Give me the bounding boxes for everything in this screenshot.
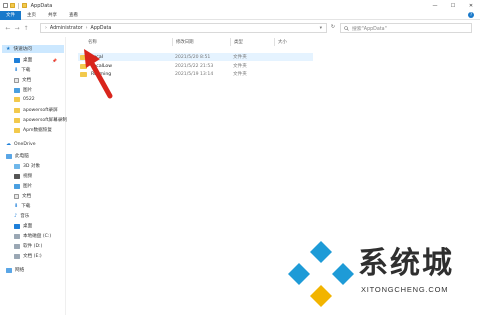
drive-icon (14, 233, 20, 239)
video-icon (14, 173, 20, 179)
network-icon (6, 267, 12, 273)
cloud-icon: ☁ (6, 141, 11, 147)
folder-icon (21, 3, 27, 8)
sidebar-item-downloads[interactable]: ⬇ 下载 (14, 67, 30, 73)
column-header-name[interactable]: 名称 (88, 39, 97, 45)
help-icon[interactable]: ? (468, 12, 474, 18)
sidebar-item-apowersoft-recorder[interactable]: apowersoft录屏 (14, 107, 58, 113)
desktop-icon (14, 57, 20, 63)
address-bar[interactable]: › Administrator › AppData ▾ (40, 23, 327, 33)
breadcrumb-administrator[interactable]: Administrator (50, 26, 83, 31)
annotation-arrow (84, 49, 113, 99)
sidebar-item-pc-desktop[interactable]: 桌面 (14, 223, 32, 229)
navigation-pane: ★ 快速访问 桌面 📌 ⬇ 下载 文档 图片 0522 apowersoft录屏… (0, 37, 67, 315)
back-arrow-icon[interactable]: ← (5, 25, 11, 32)
quick-access-toolbar (3, 2, 27, 9)
window-controls: — ☐ ✕ (426, 0, 480, 11)
up-arrow-icon[interactable]: ↑ (23, 25, 29, 32)
sidebar-item-network[interactable]: 网络 (6, 267, 24, 273)
logo-icon (288, 241, 354, 307)
pictures-icon (14, 87, 20, 93)
column-divider (230, 38, 231, 46)
tab-home[interactable]: 主页 (21, 11, 42, 20)
tab-view[interactable]: 查看 (63, 11, 84, 20)
chevron-down-icon[interactable]: ▾ (320, 26, 322, 31)
sidebar-item-onedrive[interactable]: ☁ OneDrive (6, 141, 36, 147)
column-header-size[interactable]: 大小 (278, 39, 287, 45)
sidebar-item-apowersoft-screen[interactable]: apowersoft屏幕录制 (14, 117, 67, 123)
refresh-icon[interactable]: ↻ (329, 24, 337, 32)
watermark-title: 系统城 (358, 246, 454, 281)
toolbar-divider (18, 2, 19, 9)
sidebar-item-pc-downloads[interactable]: ⬇ 下载 (14, 203, 30, 209)
watermark-url: XITONGCHENG.COM (361, 285, 449, 294)
navigation-bar: ← → ↑ › Administrator › AppData ▾ ↻ 搜索"A… (0, 21, 480, 35)
chevron-right-icon: › (85, 25, 88, 31)
sidebar-item-drive-e[interactable]: 文档 (E:) (14, 253, 42, 259)
column-header-type[interactable]: 类型 (234, 39, 243, 45)
column-divider (172, 38, 173, 46)
new-folder-icon[interactable] (10, 3, 15, 8)
sidebar-item-desktop[interactable]: 桌面 📌 (14, 57, 57, 63)
tab-file[interactable]: 文件 (0, 10, 21, 20)
star-icon: ★ (6, 46, 11, 52)
search-input[interactable]: 搜索"AppData" (352, 25, 387, 32)
forward-arrow-icon[interactable]: → (14, 25, 20, 32)
watermark: 系统城 XITONGCHENG.COM (282, 233, 480, 315)
properties-icon[interactable] (3, 3, 8, 8)
drive-icon (14, 243, 20, 249)
maximize-button[interactable]: ☐ (444, 0, 462, 11)
sidebar-item-this-pc[interactable]: 此电脑 (6, 153, 29, 159)
document-icon (14, 77, 19, 83)
pin-icon: 📌 (52, 57, 57, 63)
column-header-date[interactable]: 修改日期 (176, 39, 194, 45)
pictures-icon (14, 183, 20, 189)
folder-icon (14, 97, 20, 102)
close-button[interactable]: ✕ (462, 0, 480, 11)
music-icon: ♪ (14, 213, 18, 219)
cube-icon (14, 163, 20, 169)
download-icon: ⬇ (14, 67, 19, 73)
minimize-button[interactable]: — (426, 0, 444, 11)
chevron-right-icon: › (45, 25, 47, 31)
computer-icon (6, 153, 12, 159)
sidebar-item-videos[interactable]: 视频 (14, 173, 32, 179)
sidebar-item-drive-c[interactable]: 本地磁盘 (C:) (14, 233, 51, 239)
nav-buttons: ← → ↑ (5, 25, 29, 32)
folder-icon (14, 117, 20, 123)
sidebar-item-documents[interactable]: 文档 (14, 77, 31, 83)
sidebar-item-0522[interactable]: 0522 (14, 97, 35, 102)
sidebar-item-3d-objects[interactable]: 3D 对象 (14, 163, 40, 169)
search-box[interactable]: 搜索"AppData" (340, 23, 472, 33)
folder-icon (14, 107, 20, 113)
sidebar-item-quick-access[interactable]: ★ 快速访问 (2, 45, 64, 53)
search-icon (344, 25, 349, 31)
sidebar-item-drive-d[interactable]: 软件 (D:) (14, 243, 42, 249)
sidebar-item-music[interactable]: ♪ 音乐 (14, 213, 29, 219)
desktop-icon (14, 223, 20, 229)
tab-share[interactable]: 共享 (42, 11, 63, 20)
folder-icon (14, 127, 20, 133)
sidebar-item-pictures[interactable]: 图片 (14, 87, 32, 93)
drive-icon (14, 253, 20, 259)
column-divider (274, 38, 275, 46)
title-bar: AppData — ☐ ✕ (0, 0, 480, 11)
download-icon: ⬇ (14, 203, 19, 209)
sidebar-item-pc-documents[interactable]: 文档 (14, 193, 31, 199)
window-title: AppData (30, 2, 53, 9)
breadcrumb-appdata[interactable]: AppData (91, 26, 112, 31)
ribbon: 文件 主页 共享 查看 ? (0, 10, 480, 20)
sidebar-item-pc-pictures[interactable]: 图片 (14, 183, 32, 189)
sidebar-item-apm-recovery[interactable]: Apm数据恢复 (14, 127, 52, 133)
document-icon (14, 193, 19, 199)
